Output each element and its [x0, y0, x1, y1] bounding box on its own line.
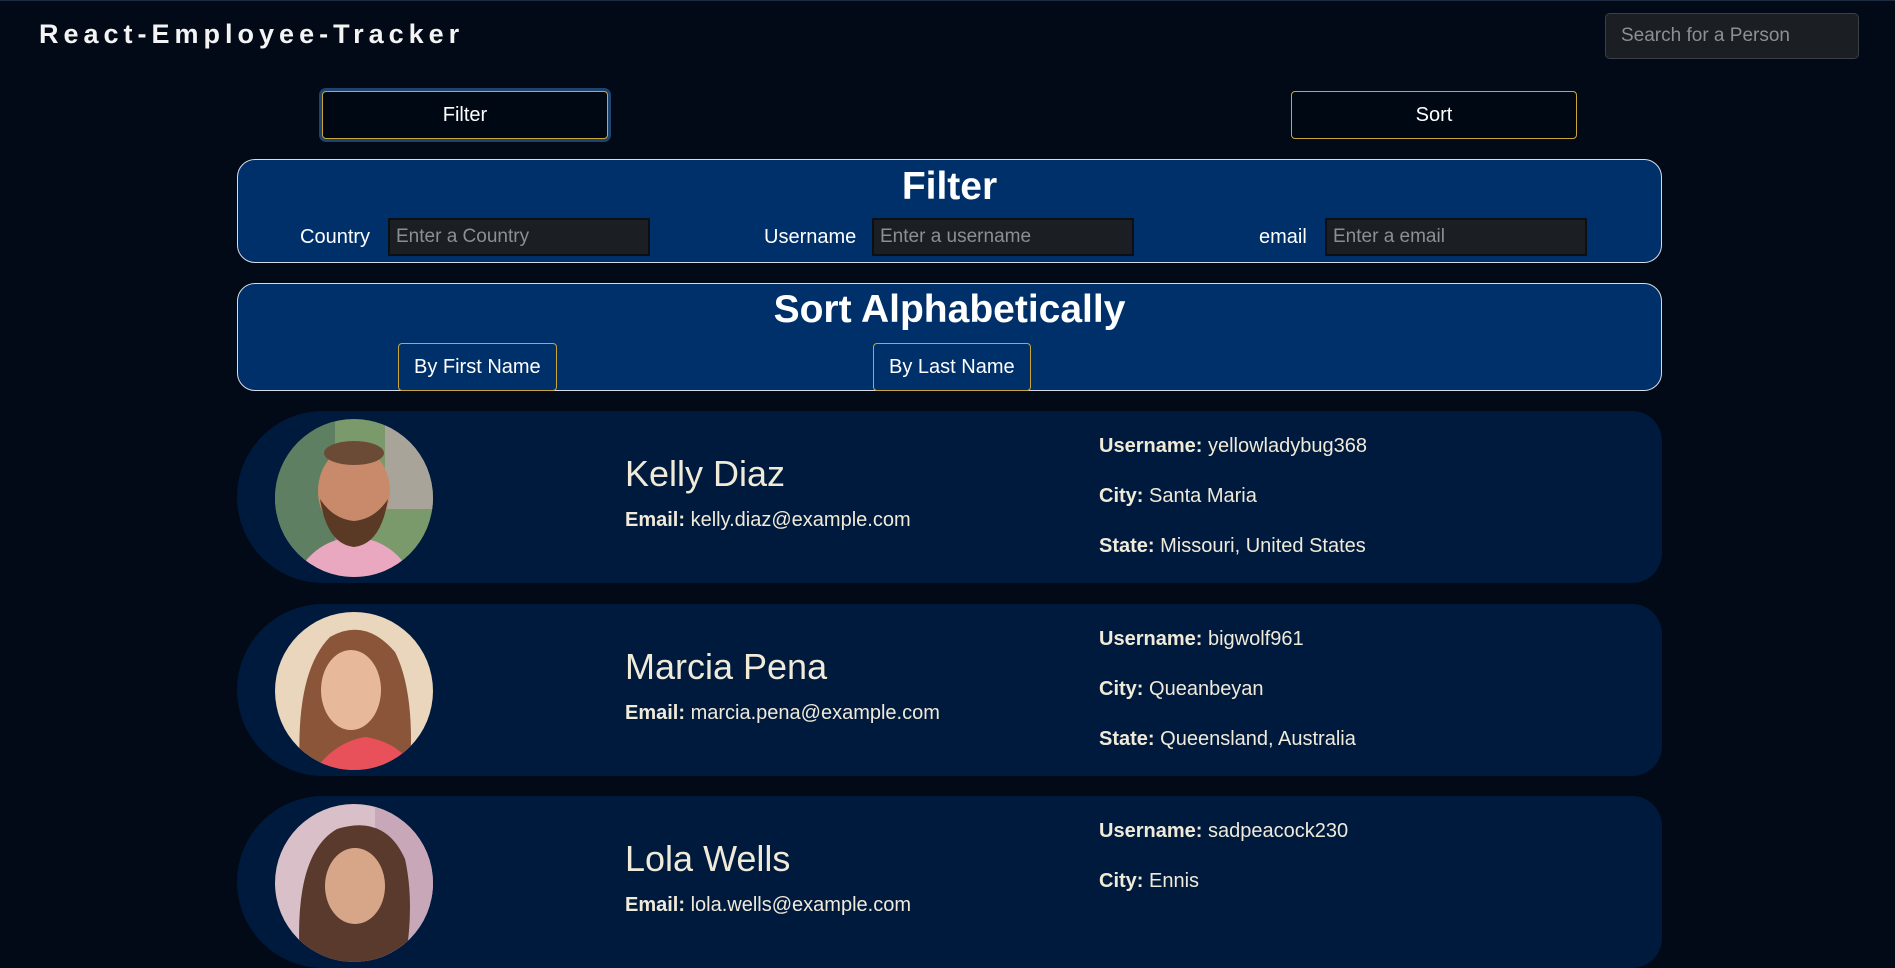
- avatar: [275, 612, 433, 770]
- filter-toggle-button[interactable]: Filter: [322, 91, 608, 139]
- employee-email: Email: marcia.pena@example.com: [625, 702, 940, 724]
- employee-city: City: Santa Maria: [1099, 485, 1257, 507]
- employee-email: Email: lola.wells@example.com: [625, 894, 911, 916]
- employee-card: Kelly Diaz Email: kelly.diaz@example.com…: [237, 411, 1662, 583]
- employee-email: Email: kelly.diaz@example.com: [625, 509, 911, 531]
- username-input[interactable]: [872, 218, 1134, 256]
- sort-by-last-name-button[interactable]: By Last Name: [873, 343, 1031, 391]
- email-input[interactable]: [1325, 218, 1587, 256]
- username-label: Username: [764, 226, 857, 248]
- employee-name: Lola Wells: [625, 838, 791, 879]
- employee-card: Lola Wells Email: lola.wells@example.com…: [237, 796, 1662, 968]
- avatar: [275, 419, 433, 577]
- app-title: React-Employee-Tracker: [39, 19, 465, 49]
- sort-panel: Sort Alphabetically By First Name By Las…: [237, 283, 1662, 391]
- avatar: [275, 804, 433, 962]
- employee-username: Username: bigwolf961: [1099, 628, 1304, 650]
- employee-username: Username: sadpeacock230: [1099, 820, 1349, 842]
- filter-panel: Filter Country Username email: [237, 159, 1662, 263]
- employee-state: State: Queensland, Australia: [1099, 728, 1356, 750]
- employee-city: City: Ennis: [1099, 870, 1200, 892]
- employee-state: State: Missouri, United States: [1099, 535, 1366, 557]
- employee-name: Kelly Diaz: [625, 453, 786, 494]
- employee-username: Username: yellowladybug368: [1099, 435, 1367, 457]
- sort-toggle-button[interactable]: Sort: [1291, 91, 1577, 139]
- sort-by-first-name-button[interactable]: By First Name: [398, 343, 557, 391]
- employee-city: City: Queanbeyan: [1099, 678, 1264, 700]
- employee-name: Marcia Pena: [625, 646, 828, 687]
- country-input[interactable]: [388, 218, 650, 256]
- sort-panel-title: Sort Alphabetically: [773, 288, 1126, 331]
- employee-card: Marcia Pena Email: marcia.pena@example.c…: [237, 604, 1662, 776]
- email-label: email: [1259, 226, 1307, 248]
- country-label: Country: [300, 226, 371, 248]
- search-input[interactable]: [1605, 13, 1859, 59]
- filter-panel-title: Filter: [901, 165, 998, 208]
